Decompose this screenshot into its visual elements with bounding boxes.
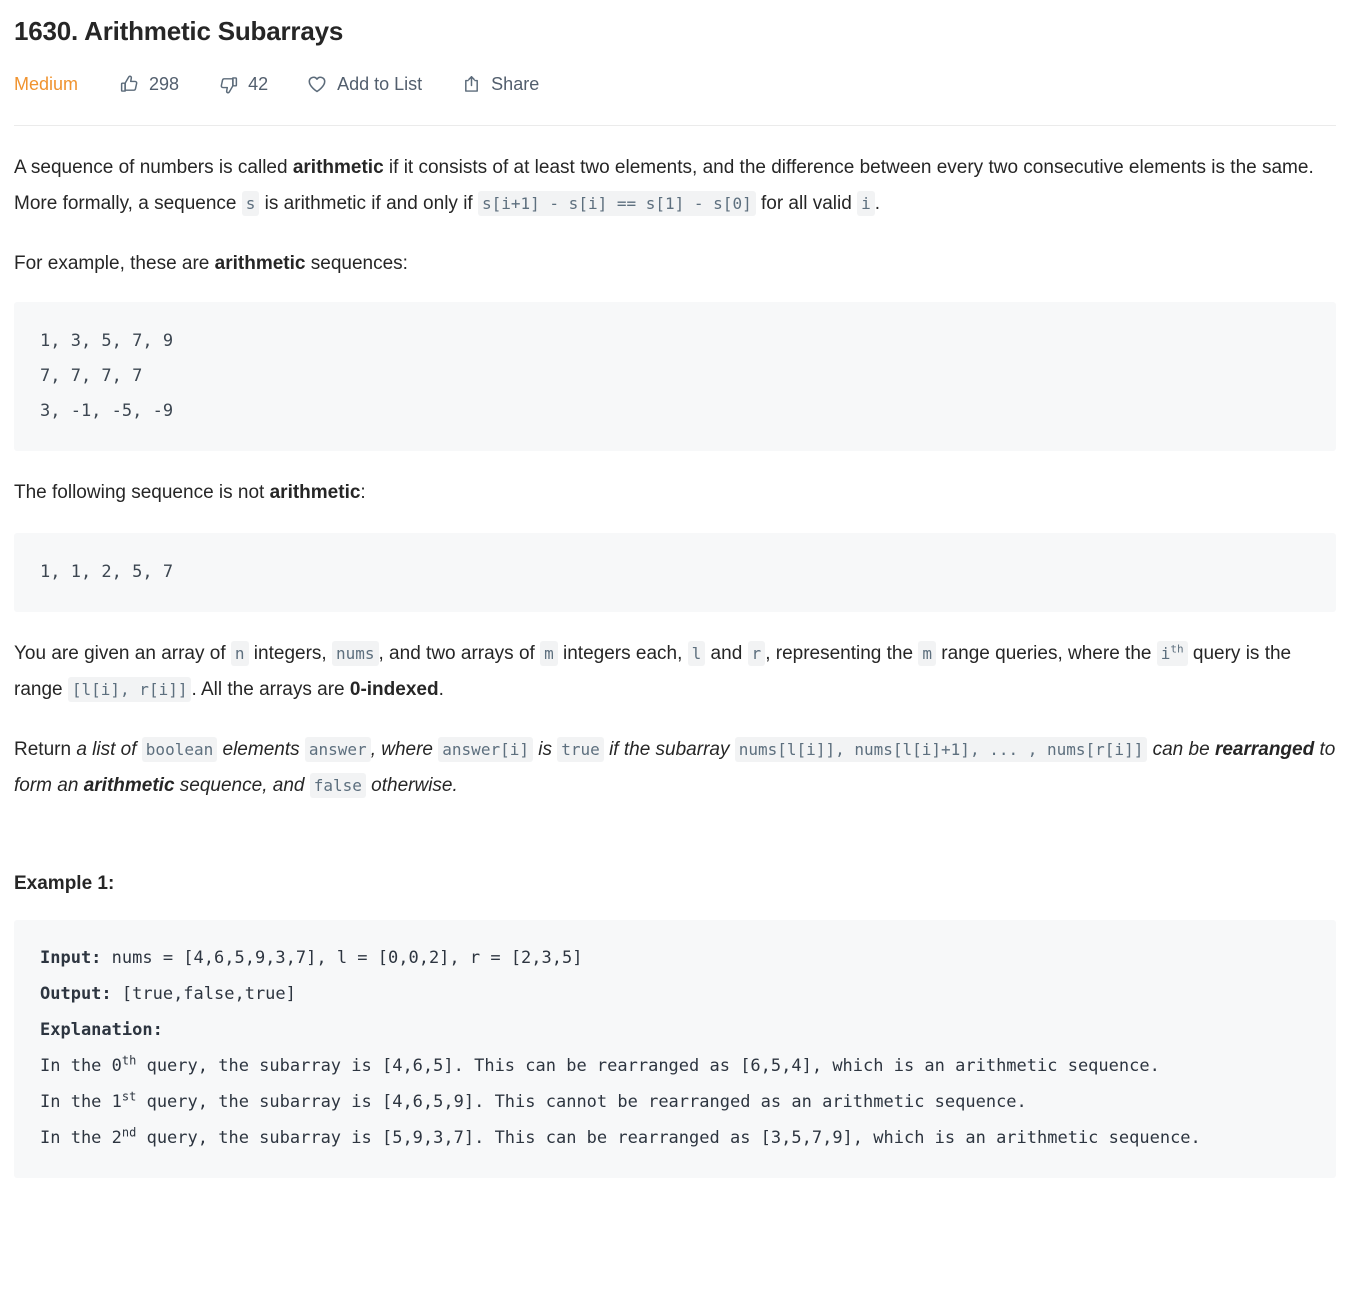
bold-term: arithmetic [214, 253, 306, 274]
example-explanation-line-2-sup: st [121, 1089, 137, 1104]
bold-term: arithmetic [292, 157, 384, 178]
inline-code-range: [l[i], r[i]] [67, 677, 192, 702]
thumbs-down-icon [217, 73, 239, 95]
inline-code-s: s [241, 191, 260, 216]
example-explanation-line-2a: In the 1 [40, 1092, 122, 1112]
thumbs-up-icon [118, 73, 140, 95]
share-button[interactable]: Share [460, 73, 539, 95]
italic-fragment: if the subarray [603, 739, 735, 760]
italic-fragment: sequence, and [174, 775, 310, 796]
text-fragment: , representing the [765, 643, 919, 664]
text-fragment: range queries, where the [935, 643, 1157, 664]
text-fragment: for all valid [755, 193, 858, 214]
description-paragraph-4: You are given an array of n integers, nu… [14, 612, 1336, 708]
inline-code-ith-sup: th [1170, 642, 1184, 656]
example-1-code-block: Input: nums = [4,6,5,9,3,7], l = [0,0,2]… [14, 920, 1336, 1178]
example-explanation-line-2b: query, the subarray is [4,6,5,9]. This c… [136, 1092, 1027, 1112]
text-fragment: and [705, 643, 748, 664]
inline-code-ith: ith [1156, 641, 1188, 666]
inline-code-answer-i: answer[i] [438, 737, 533, 762]
add-to-list-button[interactable]: Add to List [306, 73, 422, 95]
text-fragment: A sequence of numbers is called [14, 157, 293, 178]
text-fragment: . [438, 679, 444, 700]
dislike-button[interactable]: 42 [217, 73, 268, 95]
add-to-list-label: Add to List [337, 74, 423, 94]
text-fragment: : [360, 482, 366, 503]
inline-code-boolean: boolean [141, 737, 218, 762]
text-fragment: is arithmetic if and only if [259, 193, 478, 214]
example-explanation-line-3b: query, the subarray is [5,9,3,7]. This c… [136, 1128, 1201, 1148]
inline-code-subarray: nums[l[i]], nums[l[i]+1], ... , nums[r[i… [734, 737, 1148, 762]
italic-fragment: elements [217, 739, 305, 760]
text-fragment: The following sequence is not [14, 482, 270, 503]
share-icon [460, 73, 482, 95]
example-output-value: [true,false,true] [111, 984, 296, 1004]
inline-code-i: i [857, 191, 875, 216]
difficulty-badge: Medium [14, 74, 79, 94]
italic-fragment: can be [1147, 739, 1215, 760]
inline-code-ith-base: i [1160, 644, 1171, 663]
problem-meta-row: Medium 298 42 Add to List Share [0, 48, 1350, 104]
example-output-label: Output: [40, 984, 112, 1004]
title-row: 1630. Arithmetic Subarrays [0, 0, 1350, 48]
italic-bold-term: rearranged [1214, 739, 1315, 760]
inline-code-false: false [309, 773, 366, 798]
heart-icon [306, 73, 328, 95]
text-fragment: , and two arrays of [378, 643, 541, 664]
example-explanation-label: Explanation: [40, 1020, 163, 1040]
problem-description: A sequence of numbers is called arithmet… [0, 126, 1350, 1178]
text-fragment: integers each, [557, 643, 688, 664]
inline-code-nums: nums [331, 641, 379, 666]
inline-code-formula: s[i+1] - s[i] == s[1] - s[0] [477, 191, 756, 216]
bold-term: 0-indexed [349, 679, 439, 700]
italic-fragment: is [532, 739, 558, 760]
example-input-label: Input: [40, 948, 102, 968]
italic-fragment: a list of [76, 739, 142, 760]
non-arithmetic-example-code-block: 1, 1, 2, 5, 7 [14, 533, 1336, 612]
italic-fragment: , where [370, 739, 439, 760]
text-fragment: . [874, 193, 880, 214]
description-paragraph-5: Return a list of boolean elements answer… [14, 708, 1336, 804]
text-fragment: sequences: [305, 253, 408, 274]
like-count: 298 [149, 74, 180, 94]
example-explanation-line-1a: In the 0 [40, 1056, 122, 1076]
share-label: Share [491, 74, 540, 94]
example-explanation-line-1-sup: th [121, 1053, 137, 1068]
example-explanation-line-1b: query, the subarray is [4,6,5]. This can… [136, 1056, 1160, 1076]
inline-code-l: l [687, 641, 706, 666]
text-fragment: You are given an array of [14, 643, 231, 664]
bold-term: arithmetic [269, 482, 361, 503]
dislike-count: 42 [248, 74, 269, 94]
italic-bold-term: arithmetic [83, 775, 175, 796]
description-paragraph-1: A sequence of numbers is called arithmet… [14, 126, 1336, 222]
inline-code-n: n [230, 641, 249, 666]
text-fragment: For example, these are [14, 253, 215, 274]
inline-code-r: r [747, 641, 766, 666]
inline-code-m: m [540, 641, 558, 666]
arithmetic-examples-code-block: 1, 3, 5, 7, 9 7, 7, 7, 7 3, -1, -5, -9 [14, 302, 1336, 451]
page-title: 1630. Arithmetic Subarrays [14, 16, 344, 46]
like-button[interactable]: 298 [118, 73, 179, 95]
description-paragraph-2: For example, these are arithmetic sequen… [14, 222, 1336, 282]
example-1-heading: Example 1: [14, 873, 115, 894]
text-fragment: . All the arrays are [191, 679, 350, 700]
description-paragraph-3: The following sequence is not arithmetic… [14, 451, 1336, 511]
example-explanation-line-3a: In the 2 [40, 1128, 122, 1148]
italic-fragment: otherwise. [365, 775, 458, 796]
inline-code-true: true [557, 737, 604, 762]
text-fragment: Return [14, 739, 77, 760]
text-fragment: integers, [248, 643, 332, 664]
inline-code-m2: m [918, 641, 936, 666]
problem-page: 1630. Arithmetic Subarrays Medium 298 42 [0, 0, 1350, 1178]
example-input-value: nums = [4,6,5,9,3,7], l = [0,0,2], r = [… [101, 948, 583, 968]
example-explanation-line-3-sup: nd [121, 1125, 137, 1140]
inline-code-answer: answer [304, 737, 371, 762]
